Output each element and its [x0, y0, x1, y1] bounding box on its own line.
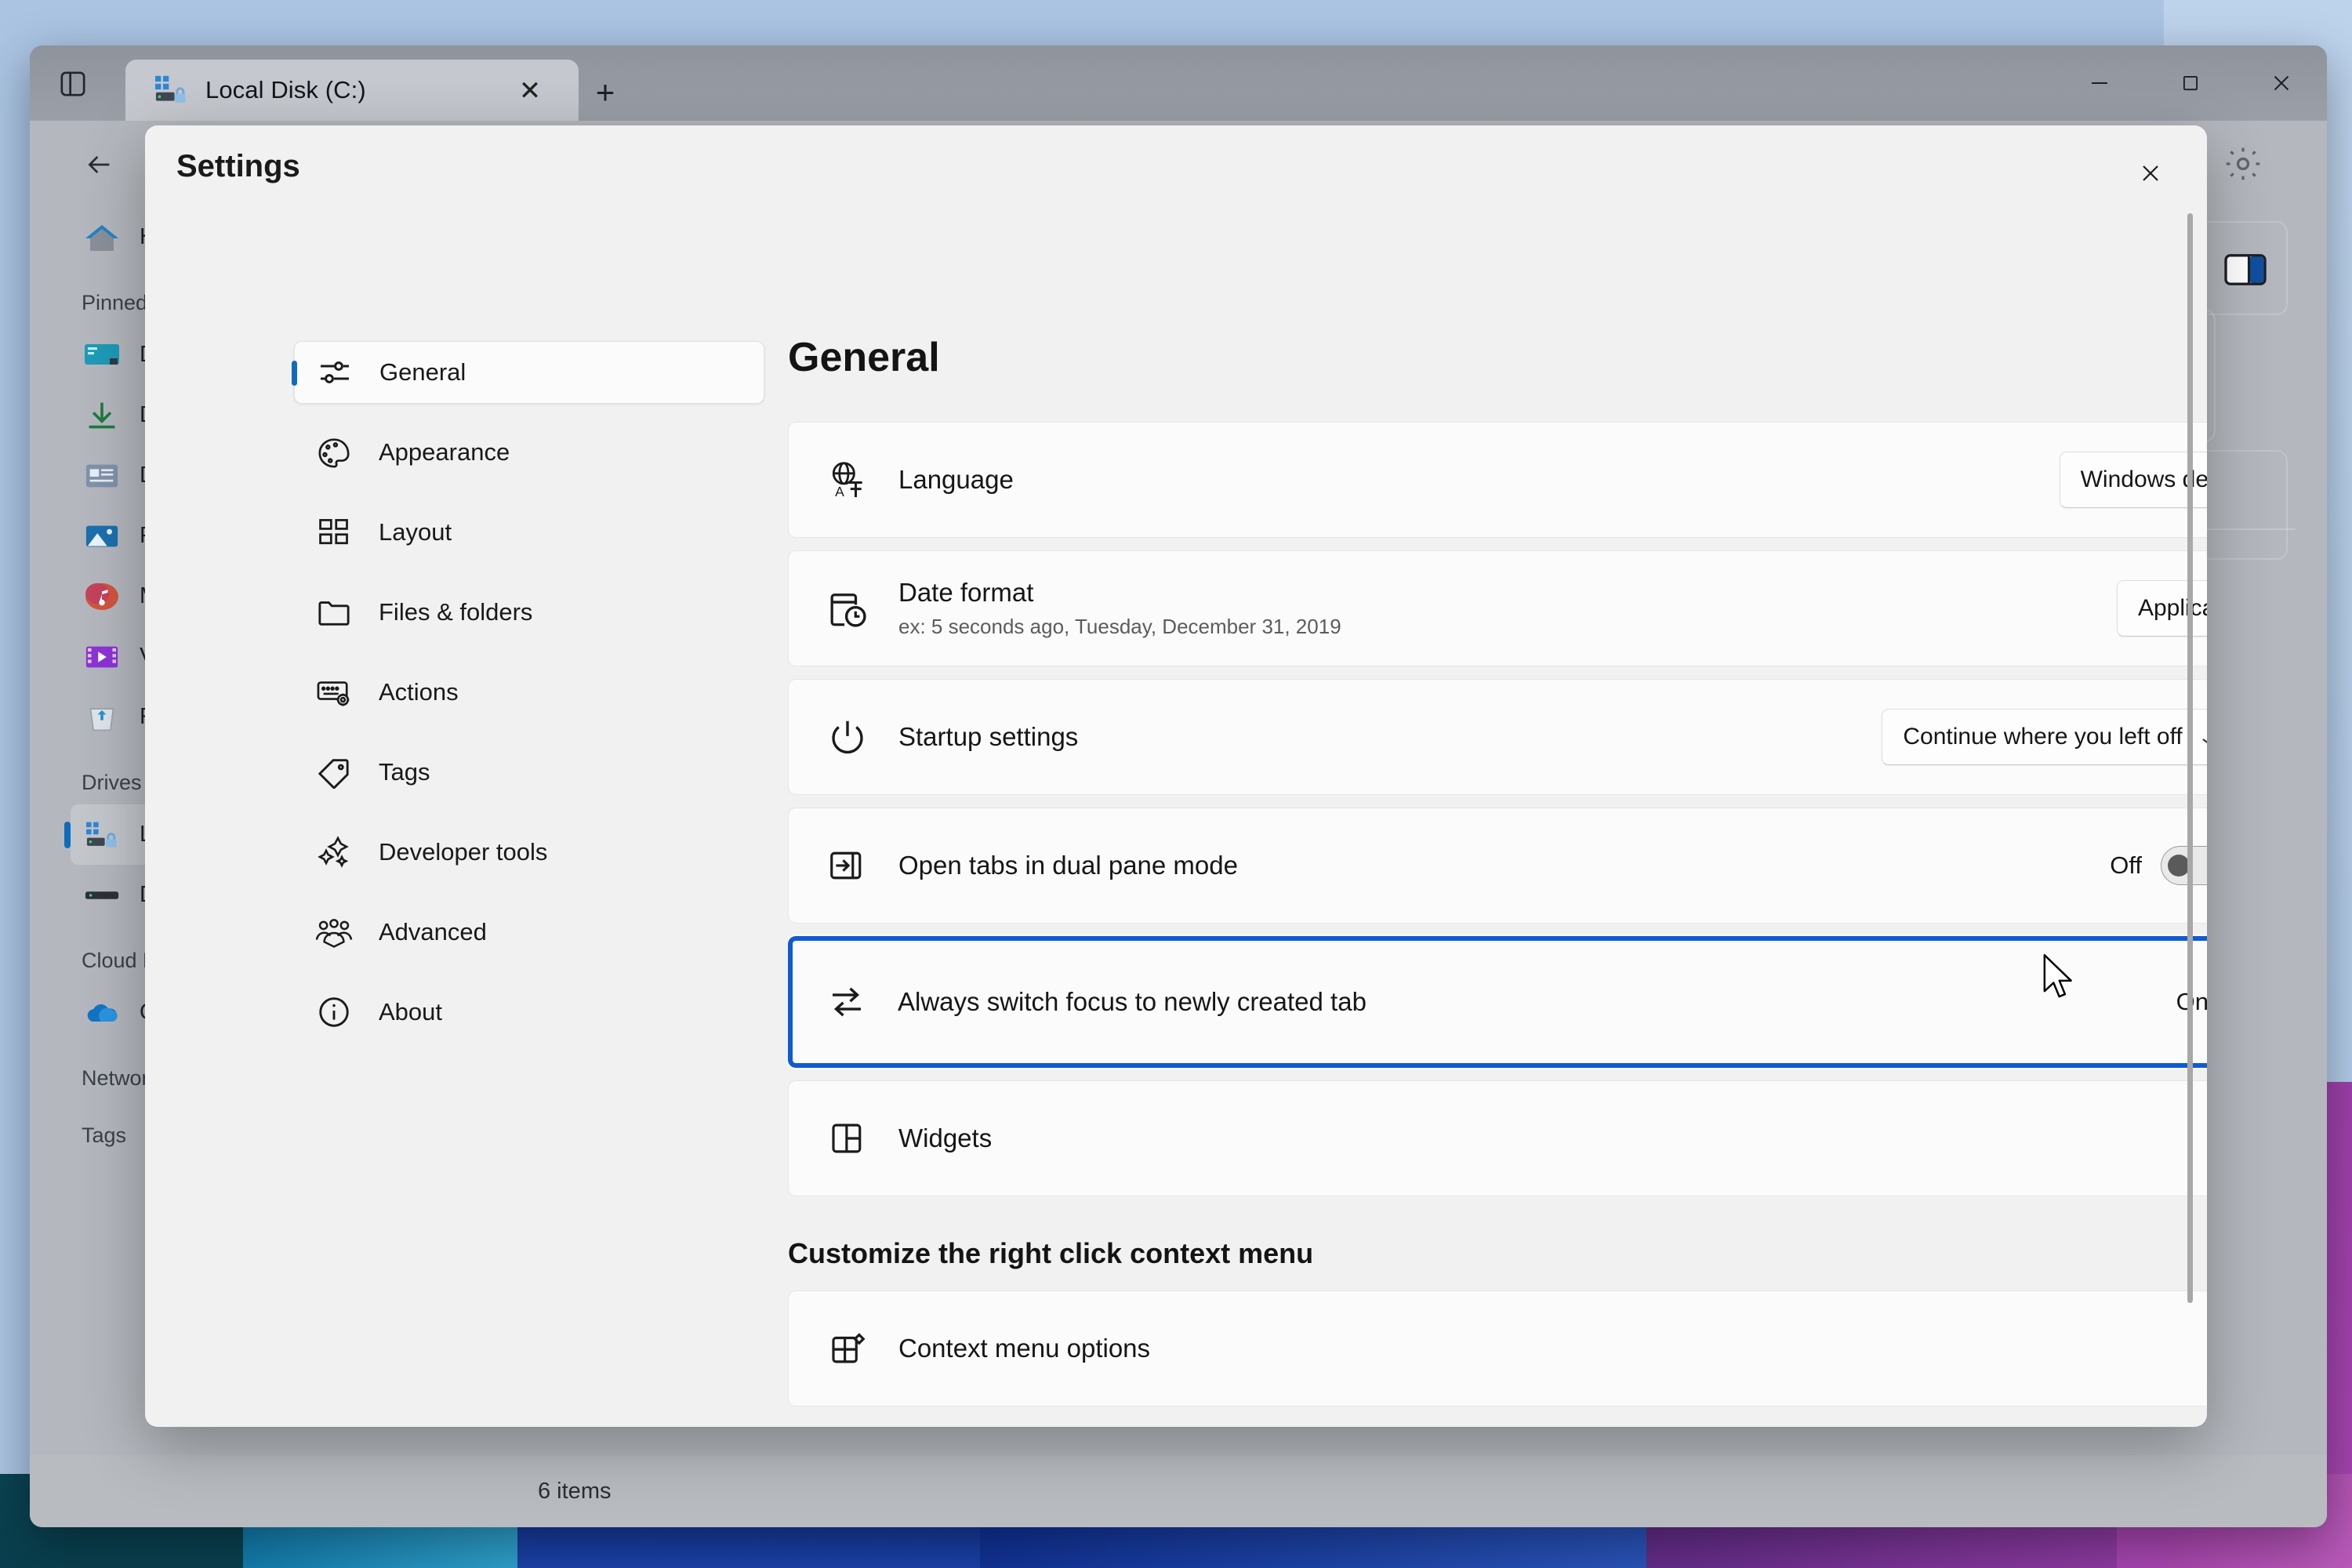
settings-scrollbar[interactable] — [2187, 213, 2193, 1303]
sidebar-item-label: Tags — [379, 758, 430, 786]
pictures-icon — [82, 518, 122, 554]
folder-icon — [313, 593, 355, 632]
window-minimize-button[interactable] — [2054, 45, 2145, 121]
date-format-dropdown[interactable]: Application ⌄ — [2117, 580, 2207, 637]
close-icon[interactable] — [2122, 147, 2179, 199]
navigation-pane-toggle-icon[interactable] — [52, 64, 94, 103]
downloads-icon — [82, 397, 122, 434]
sidebar-item-general[interactable]: General — [294, 341, 764, 404]
home-icon — [82, 220, 122, 256]
window-maximize-button[interactable] — [2145, 45, 2236, 121]
dual-pane-icon — [823, 843, 872, 888]
settings-content-pane: General A Language Windows default ⌄ — [788, 334, 2207, 1416]
setting-title: Date format — [898, 578, 2117, 608]
setting-row-dual-pane[interactable]: Open tabs in dual pane mode Off ⌄ — [788, 808, 2207, 924]
back-arrow-icon[interactable] — [75, 143, 122, 187]
keyboard-icon — [313, 673, 355, 712]
explorer-status-bar: 6 items — [30, 1455, 2327, 1527]
setting-controls: Application ⌄ — [2117, 580, 2207, 637]
startup-settings-dropdown[interactable]: Continue where you left off ⌄ — [1882, 709, 2207, 765]
setting-title: Open tabs in dual pane mode — [898, 851, 2110, 881]
setting-row-startup-settings[interactable]: Startup settings Continue where you left… — [788, 679, 2207, 795]
setting-row-widgets[interactable]: Widgets ⌄ — [788, 1080, 2207, 1196]
setting-title: Language — [898, 465, 2060, 495]
svg-text:A: A — [835, 484, 844, 499]
tab-title: Local Disk (C:) — [205, 76, 366, 104]
sliders-icon — [314, 353, 356, 392]
dual-pane-toggle[interactable] — [2161, 846, 2207, 885]
language-dropdown[interactable]: Windows default ⌄ — [2060, 452, 2207, 508]
sidebar-item-label: Appearance — [379, 438, 510, 466]
gear-icon[interactable] — [2220, 141, 2266, 187]
setting-subtitle: ex: 5 seconds ago, Tuesday, December 31,… — [898, 615, 2117, 639]
videos-icon — [82, 639, 122, 675]
setting-title: Always switch focus to newly created tab — [898, 987, 2176, 1018]
sidebar-item-files-folders[interactable]: Files & folders — [294, 581, 764, 644]
sidebar-item-label: Advanced — [379, 918, 487, 946]
setting-title: Context menu options — [898, 1334, 2207, 1364]
switch-focus-icon — [822, 979, 871, 1025]
calendar-clock-icon — [823, 586, 872, 631]
new-tab-button[interactable]: + — [588, 75, 622, 110]
chevron-down-icon: ⌄ — [2197, 727, 2207, 748]
section-heading-context-menu: Customize the right click context menu — [788, 1237, 2207, 1270]
sparkles-icon — [313, 833, 355, 872]
info-icon — [313, 993, 355, 1032]
device-icon — [82, 877, 122, 913]
sidebar-item-tags[interactable]: Tags — [294, 741, 764, 804]
widgets-icon — [823, 1116, 872, 1161]
setting-title: Widgets — [898, 1123, 2207, 1154]
power-icon — [823, 714, 872, 760]
explorer-tab[interactable]: Local Disk (C:) ✕ — [125, 60, 579, 121]
sidebar-item-label: General — [379, 358, 466, 387]
toggle-knob — [2168, 855, 2190, 877]
drive-icon — [154, 74, 188, 106]
palette-icon — [313, 433, 355, 472]
setting-row-language[interactable]: A Language Windows default ⌄ — [788, 422, 2207, 538]
explorer-titlebar: Local Disk (C:) ✕ + — [30, 45, 2327, 121]
toggle-state-label: Off — [2110, 851, 2142, 880]
window-close-button[interactable] — [2236, 45, 2327, 121]
language-icon: A — [823, 457, 872, 503]
drive-icon — [82, 817, 122, 853]
sidebar-item-about[interactable]: About — [294, 981, 764, 1044]
settings-dialog-title: Settings — [176, 149, 300, 184]
setting-row-date-format[interactable]: Date format ex: 5 seconds ago, Tuesday, … — [788, 550, 2207, 666]
dropdown-value: Continue where you left off — [1903, 724, 2182, 750]
dropdown-value: Application — [2138, 595, 2207, 622]
sidebar-item-label: Developer tools — [379, 838, 547, 866]
settings-dialog: Settings General Appearance — [145, 125, 2207, 1427]
sidebar-item-developer-tools[interactable]: Developer tools — [294, 821, 764, 884]
desktop-icon — [82, 337, 122, 373]
tab-close-icon[interactable]: ✕ — [514, 75, 546, 107]
setting-row-context-menu-options[interactable]: Context menu options ⌄ — [788, 1290, 2207, 1406]
tag-icon — [313, 753, 355, 792]
sidebar-item-appearance[interactable]: Appearance — [294, 421, 764, 484]
sidebar-item-label: Layout — [379, 518, 452, 546]
onedrive-icon — [82, 995, 122, 1031]
recycle-bin-icon — [82, 699, 122, 735]
documents-icon — [82, 458, 122, 494]
sidebar-item-advanced[interactable]: Advanced — [294, 901, 764, 964]
people-icon — [313, 913, 355, 952]
setting-controls: Windows default ⌄ — [2060, 452, 2207, 508]
item-count-label: 6 items — [538, 1479, 611, 1504]
sidebar-item-actions[interactable]: Actions — [294, 661, 764, 724]
page-title: General — [788, 334, 2207, 381]
sidebar-item-label: About — [379, 998, 442, 1026]
sidebar-item-label: Actions — [379, 678, 459, 706]
music-icon — [82, 579, 122, 615]
setting-title: Startup settings — [898, 722, 1882, 753]
setting-row-always-switch-focus[interactable]: Always switch focus to newly created tab… — [788, 936, 2207, 1068]
sidebar-item-label: Files & folders — [379, 598, 532, 626]
setting-controls: Continue where you left off ⌄ ⌄ — [1882, 709, 2207, 765]
settings-nav: General Appearance Layout — [294, 341, 764, 1061]
grid-icon — [313, 513, 355, 552]
sidebar-item-layout[interactable]: Layout — [294, 501, 764, 564]
context-menu-icon — [823, 1326, 872, 1371]
